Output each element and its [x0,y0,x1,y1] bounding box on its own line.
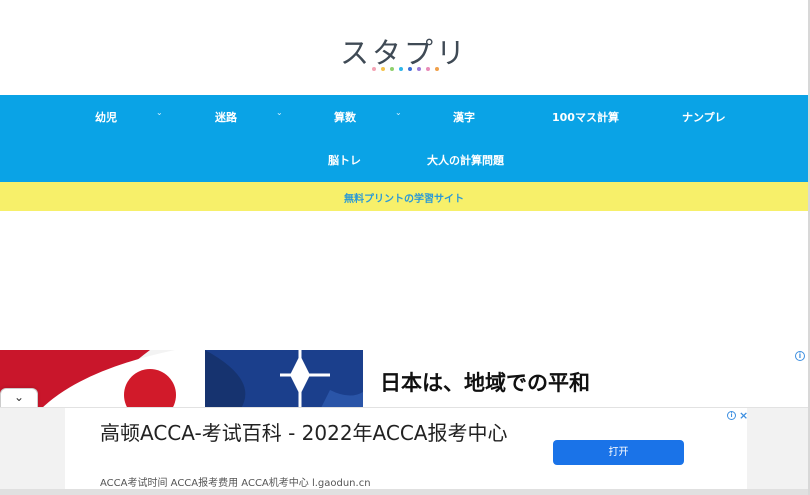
ad-info-icon[interactable]: i [727,411,736,420]
nav-item-meiro[interactable]: 迷路 [215,109,237,125]
chevron-down-icon: ⌄ [14,390,25,404]
logo-dot [372,67,376,71]
nav-item-100masu[interactable]: 100マス計算 [552,109,619,125]
ad-description: ACCA考试时间 ACCA报考费用 ACCA机考中心 l.gaodun.cn [100,478,371,489]
chevron-down-icon[interactable]: ⌄ [276,108,283,117]
ad-info-icon[interactable]: i [795,351,805,361]
logo-dot [426,67,430,71]
ad-controls: i × [727,410,748,421]
news-ad-image[interactable] [0,350,363,410]
ad-title[interactable]: 高顿ACCA-考试百科 - 2022年ACCA报考中心 [100,418,540,448]
logo-dot [417,67,421,71]
close-icon[interactable]: × [739,410,748,421]
chevron-down-icon[interactable]: ⌄ [156,108,163,117]
nav-item-youji[interactable]: 幼児 [95,109,117,125]
ad-open-button[interactable]: 打开 [553,440,684,465]
flags-image [0,350,363,410]
tagline-bar: 無料プリントの学習サイト [0,182,808,211]
news-headline[interactable]: 日本は、地域での平和 [380,366,640,410]
chevron-down-icon[interactable]: ⌄ [395,108,402,117]
ad-card[interactable]: 高顿ACCA-考试百科 - 2022年ACCA报考中心 ACCA考试时间 ACC… [65,408,748,495]
logo-dot [381,67,385,71]
site-header: スタプリ [0,0,808,95]
nav-item-otona-keisan[interactable]: 大人の計算問題 [427,152,504,168]
logo-dot [399,67,403,71]
ad-bottom-strip [0,489,810,495]
nav-item-nanpure[interactable]: ナンプレ [682,109,726,125]
nav-item-noutore[interactable]: 脳トレ [328,152,361,168]
logo-dots [372,67,439,71]
logo-dot [408,67,412,71]
ad-collapse-tab[interactable]: ⌄ [0,388,38,408]
nav-item-kanji[interactable]: 漢字 [453,109,475,125]
bottom-ad-banner: 高顿ACCA-考试百科 - 2022年ACCA报考中心 ACCA考试时间 ACC… [0,407,810,495]
nav-item-sansu[interactable]: 算数 [334,109,356,125]
site-logo[interactable]: スタプリ [0,30,808,72]
main-nav: 幼児 ⌄ 迷路 ⌄ 算数 ⌄ 漢字 100マス計算 ナンプレ 脳トレ 大人の計算… [0,95,808,182]
logo-dot [435,67,439,71]
site-tagline: 無料プリントの学習サイト [344,194,464,205]
logo-dot [390,67,394,71]
